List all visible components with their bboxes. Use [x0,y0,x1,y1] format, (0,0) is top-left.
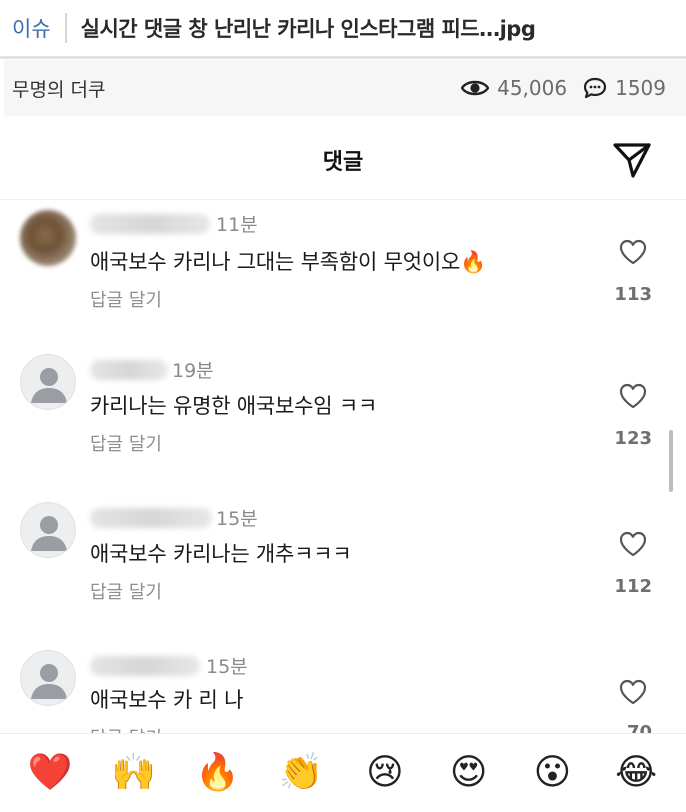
post-header: 이슈 실시간 댓글 창 난리난 카리나 인스타그램 피드…jpg [0,0,686,56]
comment-count-value: 1509 [615,76,666,100]
emoji-surprised[interactable]: 😮 [522,755,582,791]
avatar[interactable] [20,210,76,266]
heart-icon[interactable] [618,238,648,266]
heart-icon[interactable] [618,530,648,558]
username-blurred[interactable] [90,656,200,676]
comment-count: 1509 [583,76,666,100]
emoji-heart[interactable]: ❤️ [20,755,80,791]
username-blurred[interactable] [90,508,212,528]
comment-item: 11분 애국보수 카리나 그대는 부족함이 무엇이오🔥 답글 달기 113 [0,204,686,334]
comment-time: 11분 [216,214,258,236]
emoji-fire[interactable]: 🔥 [187,755,247,791]
send-icon[interactable] [612,140,652,180]
heart-icon[interactable] [618,382,648,410]
comment-text: 애국보수 카리나는 개추ㅋㅋㅋ [90,542,352,566]
emoji-laughing[interactable]: 😂 [606,755,666,791]
reply-button[interactable]: 답글 달기 [90,286,162,312]
emoji-raised-hands[interactable]: 🙌 [104,755,164,791]
emoji-clapping[interactable]: 👏 [271,755,331,791]
emoji-heart-eyes[interactable]: 😍 [439,755,499,791]
comment-time: 15분 [216,508,258,530]
view-count-value: 45,006 [497,76,568,100]
avatar[interactable] [20,650,76,706]
view-count: 45,006 [461,76,567,100]
heart-icon[interactable] [618,678,648,706]
post-meta-bar: 무명의 더쿠 45,006 1509 [4,60,686,116]
default-avatar-icon [31,368,67,403]
like-count: 112 [614,576,652,597]
like-count: 123 [614,428,652,449]
sheet-divider [0,199,686,200]
reply-button[interactable]: 답글 달기 [90,578,162,604]
comment-text: 카리나는 유명한 애국보수임 ㅋㅋ [90,394,378,418]
author-name: 무명의 더쿠 [12,78,106,101]
emoji-reaction-bar: ❤️ 🙌 🔥 👏 😢 😍 😮 😂 [0,733,686,812]
comment-text: 애국보수 카 리 나 [90,688,244,712]
comment-item: 15분 애국보수 카리나는 개추ㅋㅋㅋ 답글 달기 112 [0,500,686,630]
header-rule [0,56,686,59]
post-category[interactable]: 이슈 [12,13,51,43]
emoji-crying[interactable]: 😢 [355,755,415,791]
default-avatar-icon [31,664,67,699]
comments-sheet-title: 댓글 [322,150,364,175]
like-count: 113 [614,284,652,305]
eye-icon [461,80,490,96]
avatar[interactable] [20,502,76,558]
speech-bubble-icon [583,77,607,99]
reply-button[interactable]: 답글 달기 [90,430,162,456]
post-stats: 45,006 1509 [461,76,666,100]
comment-time: 15분 [206,656,248,678]
comment-time: 19분 [172,360,214,382]
username-blurred[interactable] [90,214,210,234]
avatar[interactable] [20,354,76,410]
scrollbar-thumb[interactable] [669,430,673,492]
default-avatar-icon [31,516,67,551]
post-title: 실시간 댓글 창 난리난 카리나 인스타그램 피드…jpg [80,17,536,41]
comment-item: 19분 카리나는 유명한 애국보수임 ㅋㅋ 답글 달기 123 [0,352,686,482]
comments-sheet-header: 댓글 [0,118,686,200]
header-divider [64,13,67,43]
username-blurred[interactable] [90,360,168,380]
comment-text: 애국보수 카리나 그대는 부족함이 무엇이오🔥 [90,250,487,274]
